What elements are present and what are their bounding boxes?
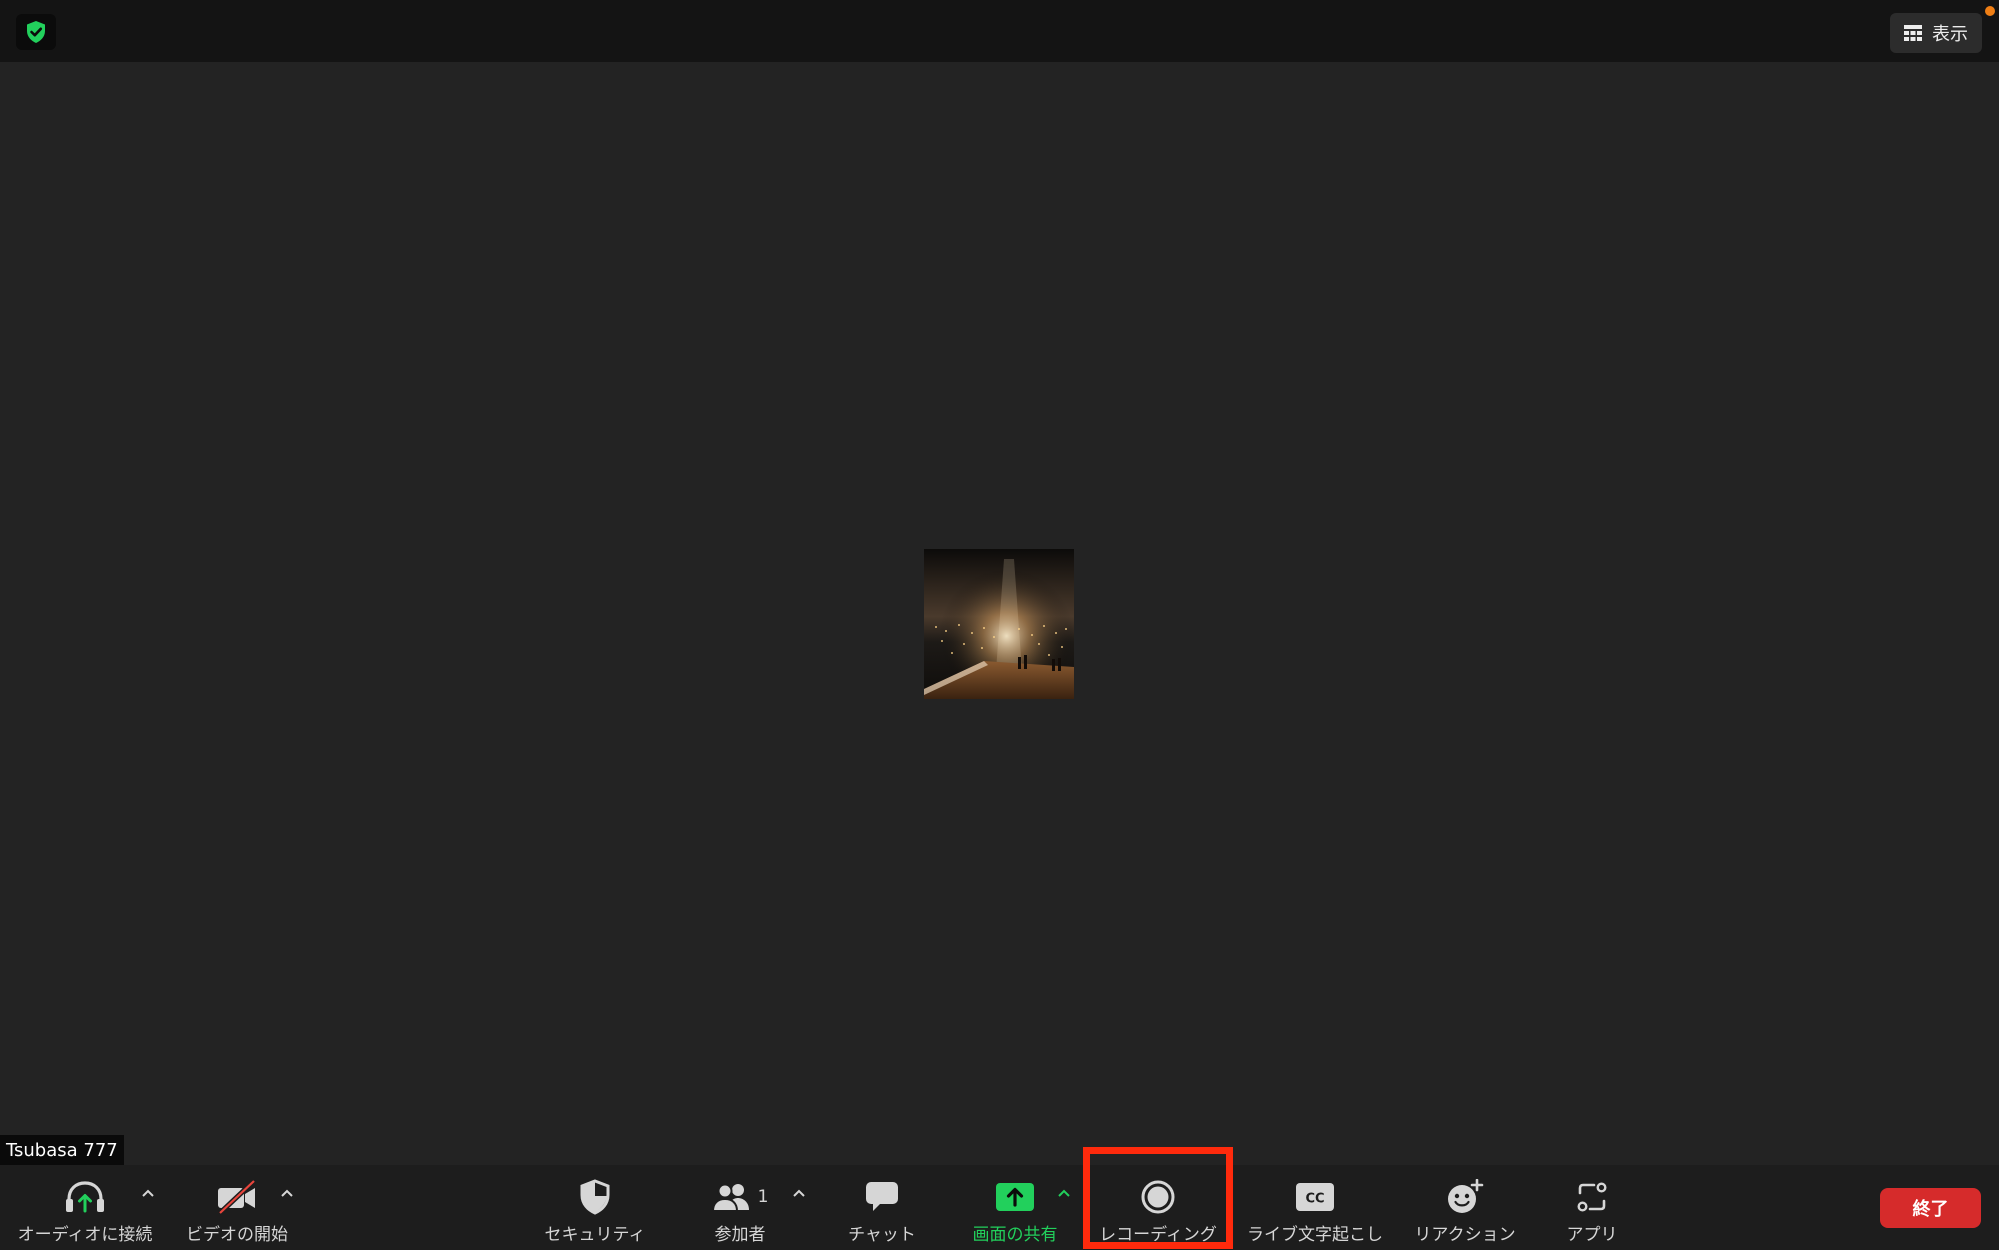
chevron-up-icon: [793, 1189, 805, 1197]
emoji-add-icon: [1448, 1179, 1484, 1213]
security-label: セキュリティ: [544, 1225, 646, 1245]
grid-view-icon: [1904, 25, 1922, 41]
participant-profile-picture: [924, 549, 1074, 699]
apps-label: アプリ: [1566, 1225, 1618, 1245]
video-options-caret[interactable]: [277, 1183, 297, 1203]
security-button[interactable]: セキュリティ: [520, 1165, 670, 1250]
record-button-highlight: [1083, 1147, 1233, 1249]
end-meeting-button[interactable]: 終了: [1880, 1188, 1981, 1228]
start-video-label: ビデオの開始: [186, 1225, 288, 1245]
chat-button[interactable]: チャット: [807, 1165, 957, 1250]
headphones-icon: [66, 1181, 104, 1213]
start-video-button[interactable]: ビデオの開始: [162, 1165, 312, 1250]
join-audio-label: オーディオに接続: [17, 1225, 153, 1245]
reactions-label: リアクション: [1414, 1225, 1516, 1245]
participants-options-caret[interactable]: [789, 1183, 809, 1203]
notification-dot: [1985, 6, 1995, 16]
meeting-window: 表示 Tsubasa 777 オーディオに接続 ビデオの開始 セキュリティ 1 …: [0, 0, 1999, 1250]
participants-button[interactable]: 1 参加者: [665, 1165, 815, 1250]
security-shield-icon: [580, 1179, 610, 1215]
chevron-up-icon: [142, 1189, 154, 1197]
participants-icon: [711, 1183, 749, 1212]
view-button-label: 表示: [1932, 24, 1968, 45]
participants-count: 1: [757, 1187, 769, 1207]
live-transcript-button[interactable]: CC ライブ文字起こし: [1240, 1165, 1390, 1250]
closed-captions-icon-text: CC: [1305, 1192, 1324, 1207]
top-bar: 表示: [0, 0, 1999, 62]
encryption-shield-button[interactable]: [16, 14, 56, 50]
chevron-up-icon: [1058, 1189, 1070, 1197]
apps-button[interactable]: アプリ: [1517, 1165, 1667, 1250]
chat-bubble-icon: [866, 1182, 898, 1211]
share-screen-label: 画面の共有: [972, 1225, 1058, 1245]
live-transcript-label: ライブ文字起こし: [1247, 1225, 1383, 1245]
closed-captions-icon: CC: [1296, 1183, 1334, 1211]
share-options-caret[interactable]: [1054, 1183, 1074, 1203]
shield-check-icon: [27, 21, 45, 43]
participants-label: 参加者: [714, 1225, 766, 1245]
apps-icon: [1577, 1182, 1607, 1212]
video-off-icon: [218, 1180, 256, 1214]
view-button[interactable]: 表示: [1890, 13, 1982, 53]
audio-options-caret[interactable]: [138, 1183, 158, 1203]
share-screen-button[interactable]: 画面の共有: [940, 1165, 1090, 1250]
chat-label: チャット: [848, 1225, 916, 1245]
chevron-up-icon: [281, 1189, 293, 1197]
meeting-toolbar: オーディオに接続 ビデオの開始 セキュリティ 1 参加者 チャット 画面の共有 …: [0, 1165, 1999, 1250]
share-screen-icon: [996, 1183, 1034, 1211]
participant-name-tag: Tsubasa 777: [0, 1135, 124, 1166]
join-audio-button[interactable]: オーディオに接続: [10, 1165, 160, 1250]
